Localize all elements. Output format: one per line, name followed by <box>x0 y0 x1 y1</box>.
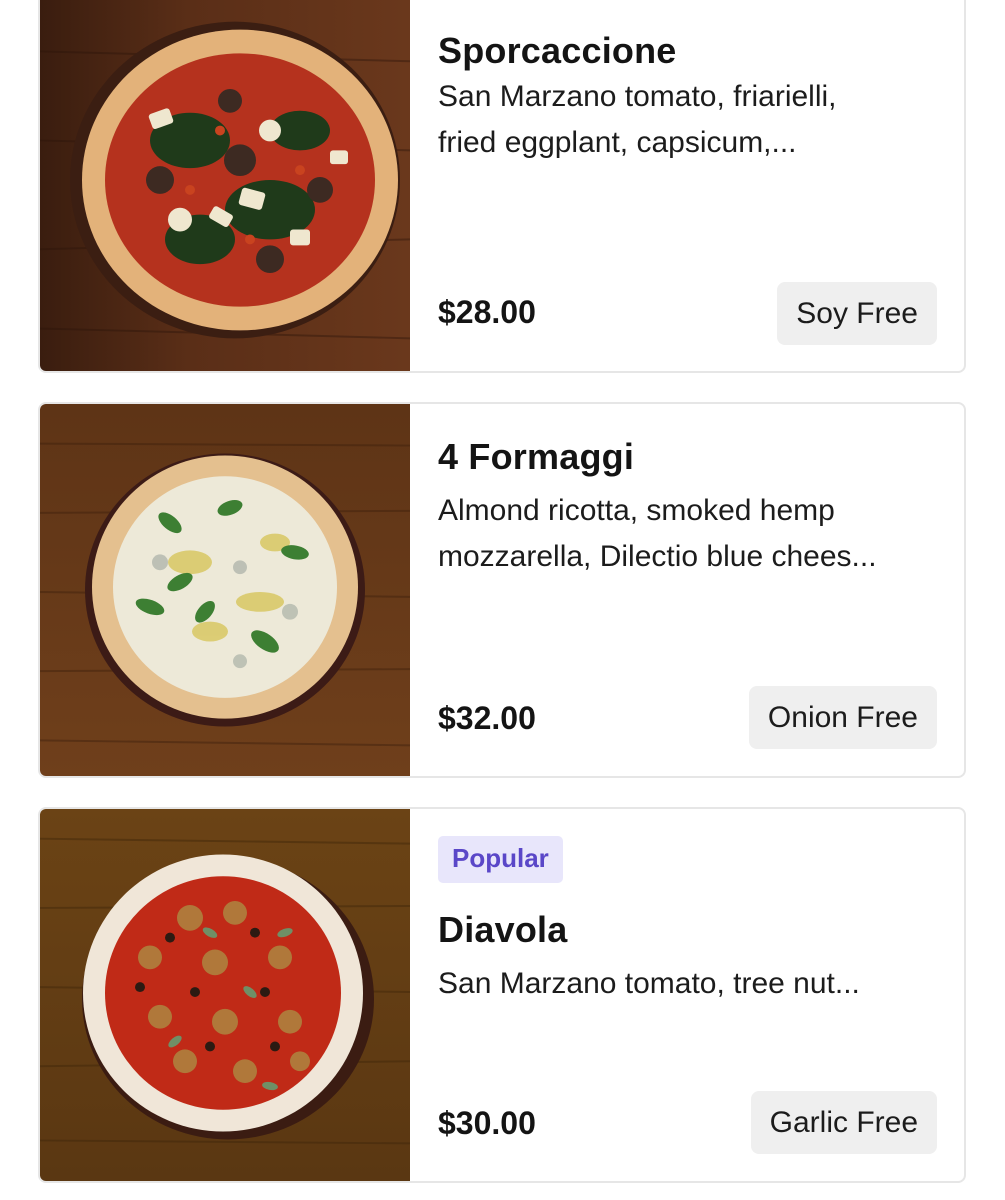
item-price: $28.00 <box>438 294 536 330</box>
popular-badge: Popular <box>438 836 563 883</box>
menu-item-card[interactable]: Popular Diavola San Marzano tomato, tree… <box>38 807 966 1183</box>
item-name: 4 Formaggi <box>438 436 635 477</box>
item-details: Popular Diavola San Marzano tomato, tree… <box>410 809 964 1181</box>
pizza-photo <box>40 404 410 776</box>
pizza-photo <box>40 0 410 371</box>
item-description: San Marzano tomato, friarielli, fried eg… <box>438 80 837 159</box>
menu-item-card[interactable]: Sporcaccione San Marzano tomato, friarie… <box>38 0 966 373</box>
item-description: San Marzano tomato, tree nut... <box>438 967 860 1000</box>
item-name: Diavola <box>438 909 568 950</box>
dietary-tag: Soy Free <box>777 282 937 345</box>
item-name: Sporcaccione <box>438 30 677 71</box>
menu-item-card[interactable]: 4 Formaggi Almond ricotta, smoked hemp m… <box>38 402 966 778</box>
item-price: $32.00 <box>438 700 536 736</box>
item-details: 4 Formaggi Almond ricotta, smoked hemp m… <box>410 404 964 776</box>
pizza-photo <box>40 809 410 1181</box>
menu-item-list: Sporcaccione San Marzano tomato, friarie… <box>0 0 1005 1200</box>
dietary-tag: Onion Free <box>748 686 937 749</box>
item-price: $30.00 <box>438 1105 536 1141</box>
item-details: Sporcaccione San Marzano tomato, friarie… <box>410 0 964 371</box>
item-description: Almond ricotta, smoked hemp mozzarella, … <box>438 494 877 573</box>
dietary-tag: Garlic Free <box>750 1091 937 1154</box>
